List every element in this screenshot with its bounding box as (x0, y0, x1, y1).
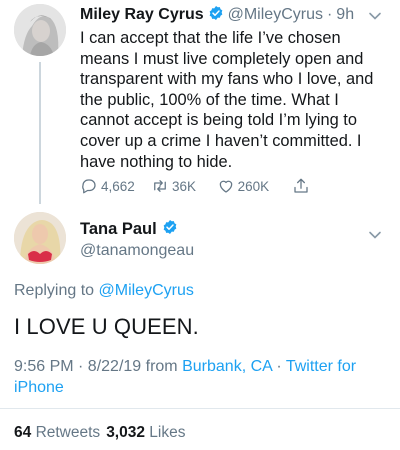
main-tweet-text: I LOVE U QUEEN. (14, 314, 199, 339)
parent-tweet-header: Miley Ray Cyrus @MileyCyrus · 9h (80, 5, 354, 25)
reply-button[interactable]: 4,662 (80, 177, 143, 195)
retweet-count: 36K (171, 178, 197, 194)
main-author-name-row: Tana Paul (80, 219, 178, 240)
tweet-text: I can accept that the life I’ve chosen m… (80, 29, 374, 171)
main-author-handle[interactable]: @tanamongeau (80, 242, 194, 260)
author-name[interactable]: Miley Ray Cyrus (80, 6, 204, 24)
engagement-stats: 64 Retweets 3,032 Likes (14, 424, 185, 442)
header-separator: · (326, 6, 333, 23)
reply-count: 4,662 (101, 178, 135, 194)
location-link[interactable]: Burbank, CA (182, 358, 272, 375)
likes-stat[interactable]: 3,032 Likes (106, 424, 185, 442)
reply-icon (82, 179, 96, 194)
retweet-icon (154, 180, 166, 192)
replying-to-link[interactable]: @MileyCyrus (99, 282, 194, 299)
author-handle[interactable]: @MileyCyrus (228, 6, 323, 24)
like-count: 260K (237, 178, 270, 194)
tweet-time[interactable]: 9h (336, 6, 354, 24)
replying-to: Replying to @MileyCyrus (14, 282, 194, 300)
share-button[interactable] (292, 177, 310, 195)
chevron-down-icon[interactable] (368, 9, 382, 23)
avatar-tana[interactable] (14, 212, 66, 264)
parent-tweet[interactable]: Miley Ray Cyrus @MileyCyrus · 9h I can a… (0, 0, 400, 208)
chevron-down-icon[interactable] (368, 228, 382, 242)
verified-badge-icon (162, 219, 178, 240)
retweets-stat[interactable]: 64 Retweets (14, 424, 100, 442)
retweet-button[interactable]: 36K (151, 177, 207, 195)
tweet-meta: 9:56 PM · 8/22/19 from Burbank, CA · Twi… (14, 356, 392, 398)
like-button[interactable]: 260K (217, 177, 274, 195)
main-author-name[interactable]: Tana Paul (80, 220, 157, 239)
meta-separator: · (276, 358, 282, 375)
thread-line (39, 62, 41, 204)
divider (0, 408, 400, 409)
share-icon (294, 178, 308, 193)
tweet-timestamp[interactable]: 9:56 PM · 8/22/19 from (14, 358, 178, 375)
avatar-miley[interactable] (14, 4, 66, 56)
like-icon (219, 180, 232, 193)
tweet-actions: 4,662 36K 260K (80, 176, 310, 196)
replying-prefix: Replying to (14, 282, 95, 299)
verified-badge-icon (208, 5, 224, 26)
